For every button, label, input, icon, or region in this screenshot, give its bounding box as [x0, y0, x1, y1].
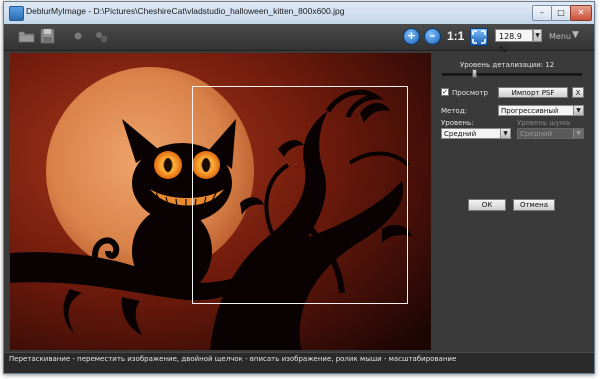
preview-checkbox[interactable]: ✓	[441, 88, 449, 96]
detail-slider-track[interactable]	[442, 73, 582, 76]
zoom-in-icon[interactable]: +	[403, 28, 420, 45]
maximize-icon: □	[557, 8, 565, 17]
noise-level-select: Средний ▼	[517, 128, 584, 139]
detail-slider-thumb[interactable]	[472, 69, 478, 78]
image-canvas[interactable]	[10, 53, 431, 350]
preview-label: Просмотр	[452, 89, 488, 97]
title-bar[interactable]: DeblurMyImage - D:\Pictures\CheshireCat\…	[4, 2, 594, 25]
cancel-button[interactable]: Отмена	[513, 199, 555, 211]
method-select[interactable]: Прогрессивный ▼	[498, 105, 584, 116]
app-window: DeblurMyImage - D:\Pictures\CheshireCat\…	[3, 1, 595, 374]
chevron-down-icon: ▼	[573, 106, 583, 115]
zoom-input[interactable]: 128.9 %	[495, 29, 533, 54]
chevron-down-icon: ▼	[500, 129, 510, 138]
chevron-down-icon: ▼	[573, 129, 583, 138]
menu-chevron-icon[interactable]: ▼	[572, 30, 579, 40]
level-select[interactable]: Средний ▼	[441, 128, 511, 139]
effects-icon[interactable]	[94, 29, 110, 45]
settings-panel: Уровень детализации: 12 ✓ Просмотр Импор…	[434, 53, 592, 350]
close-button[interactable]: ✕	[570, 5, 592, 21]
status-hint: Перетаскивание - переместить изображение…	[9, 355, 457, 363]
toolbar: + – 1:1 128.9 % ▼ Menu ▼	[4, 24, 594, 54]
clear-psf-button[interactable]: X	[572, 87, 584, 98]
zoom-out-icon[interactable]: –	[424, 28, 441, 45]
method-label: Метод:	[441, 107, 467, 115]
import-psf-button[interactable]: Импорт PSF	[498, 87, 568, 98]
open-folder-icon[interactable]	[18, 29, 35, 43]
minimize-icon: –	[540, 8, 544, 17]
zoom-dropdown-icon[interactable]: ▼	[533, 29, 542, 42]
actual-size-button[interactable]: 1:1	[447, 29, 464, 43]
menu-button[interactable]: Menu	[549, 32, 571, 41]
status-bar: Перетаскивание - переместить изображение…	[4, 352, 594, 373]
minimize-button[interactable]: –	[532, 5, 552, 21]
fit-to-window-icon[interactable]	[470, 28, 488, 46]
detail-level-label: Уровень детализации: 12	[460, 61, 555, 69]
selection-rectangle[interactable]	[192, 86, 408, 304]
app-logo-icon	[9, 6, 24, 21]
level-label: Уровень:	[441, 119, 474, 127]
ok-button[interactable]: ОК	[468, 199, 506, 211]
close-icon: ✕	[577, 8, 585, 17]
noise-level-value: Средний	[520, 130, 553, 138]
checkmark-icon: ✓	[442, 88, 448, 96]
level-value: Средний	[444, 130, 477, 138]
save-icon[interactable]	[40, 28, 55, 44]
window-title: DeblurMyImage - D:\Pictures\CheshireCat\…	[26, 6, 345, 16]
method-value: Прогрессивный	[501, 107, 559, 115]
record-icon[interactable]	[72, 30, 84, 42]
maximize-button[interactable]: □	[551, 5, 571, 21]
noise-level-label: Уровень шума:	[517, 119, 572, 127]
